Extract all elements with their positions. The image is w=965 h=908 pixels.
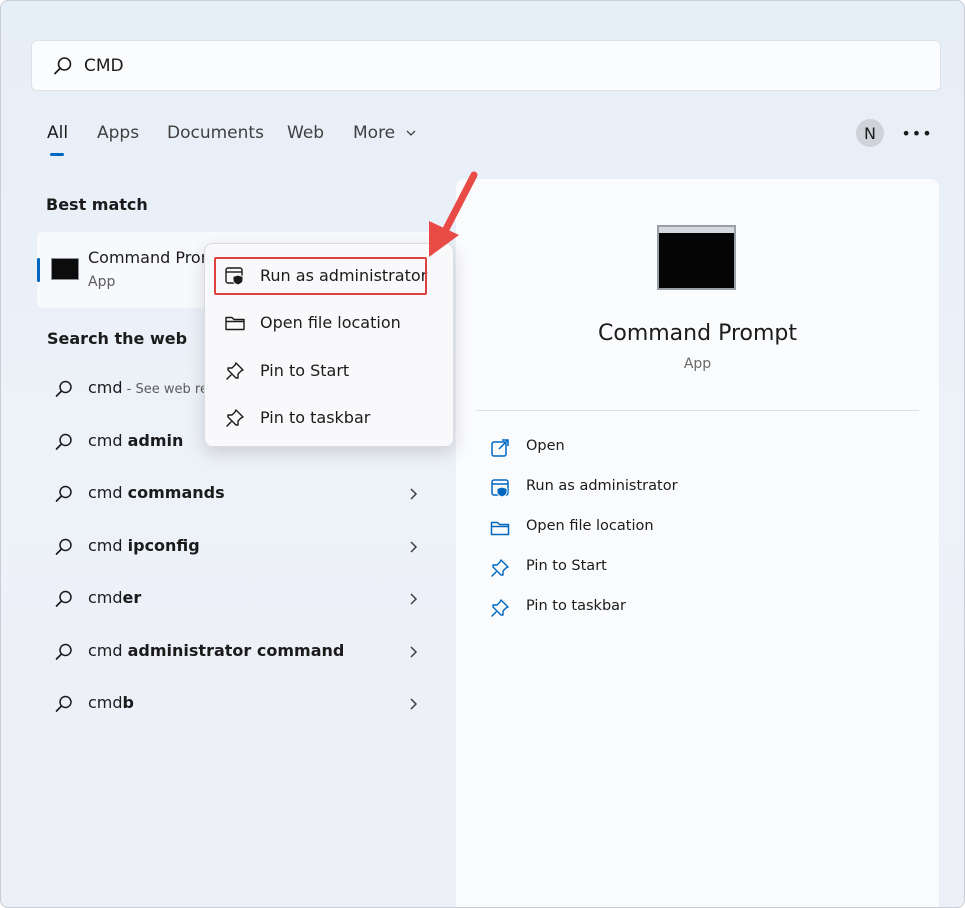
search-icon xyxy=(55,643,72,660)
detail-app-type: App xyxy=(683,356,712,372)
web-result-text: cmd administrator command xyxy=(88,641,344,660)
search-icon xyxy=(55,695,72,712)
chevron-right-icon xyxy=(410,541,418,553)
web-result-suggestion: administrator command xyxy=(127,641,345,660)
start-search-window: All Apps Documents Web More N ••• Best m… xyxy=(0,0,965,908)
web-result-item[interactable]: cmd ipconfig xyxy=(37,525,437,569)
web-result-prefix: cmd xyxy=(88,483,128,502)
web-result-prefix: cmd xyxy=(88,536,128,555)
folder-icon xyxy=(490,521,510,536)
annotation-arrow-icon xyxy=(429,171,478,257)
action-run-as-administrator[interactable]: Run as administrator xyxy=(486,472,886,502)
web-result-item[interactable]: cmdb xyxy=(37,682,437,726)
shield-window-icon xyxy=(491,479,509,498)
tab-all[interactable]: All xyxy=(47,123,69,156)
search-icon xyxy=(55,433,72,450)
web-result-prefix: cmd xyxy=(88,693,123,712)
pin-icon xyxy=(491,599,509,617)
selection-indicator xyxy=(37,258,40,282)
web-result-suggestion: b xyxy=(122,693,134,712)
tab-documents[interactable]: Documents xyxy=(167,123,264,143)
web-result-suggestion: ipconfig xyxy=(127,536,200,555)
action-open-file-location[interactable]: Open file location xyxy=(486,512,886,542)
tab-more-label: More xyxy=(353,123,396,143)
action-open[interactable]: Open xyxy=(486,432,886,462)
action-open-label: Open xyxy=(526,438,565,454)
web-result-suggestion: commands xyxy=(127,483,225,502)
search-icon xyxy=(55,380,72,397)
action-pin-to-start-label: Pin to Start xyxy=(526,558,607,574)
chevron-right-icon xyxy=(410,646,418,658)
search-icon xyxy=(55,485,72,502)
action-pin-to-taskbar-label: Pin to taskbar xyxy=(526,598,626,614)
web-result-text: cmd admin xyxy=(88,431,183,450)
command-prompt-icon xyxy=(657,225,736,290)
tab-web[interactable]: Web xyxy=(287,123,324,143)
action-open-file-location-label: Open file location xyxy=(526,518,654,534)
chevron-right-icon xyxy=(410,593,418,605)
web-result-prefix: cmd xyxy=(88,378,123,397)
menu-item-pin-to-start[interactable]: Pin to Start xyxy=(205,349,453,393)
tab-all-label: All xyxy=(47,123,69,143)
web-result-prefix: cmd xyxy=(88,431,128,450)
web-result-suggestion: er xyxy=(122,588,142,607)
web-result-text: cmdb xyxy=(88,693,134,712)
search-icon xyxy=(55,590,72,607)
search-icon xyxy=(55,538,72,555)
folder-icon xyxy=(225,316,245,331)
search-input[interactable] xyxy=(84,53,904,79)
best-match-subtitle: App xyxy=(88,274,116,290)
menu-item-pin-to-taskbar[interactable]: Pin to taskbar xyxy=(205,396,453,440)
action-run-as-administrator-label: Run as administrator xyxy=(526,478,678,494)
web-result-text: cmd ipconfig xyxy=(88,536,200,555)
search-box[interactable] xyxy=(31,40,941,91)
menu-item-pin-to-start-label: Pin to Start xyxy=(260,361,350,380)
search-icon xyxy=(54,57,72,75)
web-result-text: cmd commands xyxy=(88,483,225,502)
chevron-right-icon xyxy=(410,488,418,500)
menu-item-pin-to-taskbar-label: Pin to taskbar xyxy=(260,408,371,427)
search-web-heading: Search the web xyxy=(47,329,188,348)
detail-app-name: Command Prompt xyxy=(598,321,797,346)
menu-item-open-file-location[interactable]: Open file location xyxy=(205,301,453,345)
account-avatar[interactable]: N xyxy=(856,119,884,147)
chevron-right-icon xyxy=(410,698,418,710)
web-result-item[interactable]: cmd commands xyxy=(37,472,437,516)
command-prompt-icon xyxy=(51,258,79,280)
pin-icon xyxy=(491,559,509,577)
pin-icon xyxy=(226,362,244,380)
tab-more[interactable]: More xyxy=(353,123,417,143)
action-pin-to-start[interactable]: Pin to Start xyxy=(486,552,886,582)
active-tab-indicator xyxy=(50,153,64,156)
divider xyxy=(476,410,919,411)
tab-apps[interactable]: Apps xyxy=(97,123,139,143)
best-match-heading: Best match xyxy=(46,195,148,214)
action-pin-to-taskbar[interactable]: Pin to taskbar xyxy=(486,592,886,622)
web-result-item[interactable]: cmder xyxy=(37,577,437,621)
more-options-button[interactable]: ••• xyxy=(901,121,931,145)
pin-icon xyxy=(226,409,244,427)
web-result-item[interactable]: cmd administrator command xyxy=(37,630,437,674)
web-result-text: cmder xyxy=(88,588,141,607)
menu-item-open-file-location-label: Open file location xyxy=(260,313,401,332)
app-detail-panel: Command Prompt App Open Run as administr… xyxy=(456,179,939,907)
annotation-highlight-box xyxy=(214,257,427,295)
open-external-icon xyxy=(491,439,509,457)
web-result-suggestion: admin xyxy=(127,431,184,450)
best-match-title: Command Prompt xyxy=(88,248,213,267)
chevron-down-icon xyxy=(406,130,416,136)
web-result-prefix: cmd xyxy=(88,588,123,607)
web-result-prefix: cmd xyxy=(88,641,128,660)
